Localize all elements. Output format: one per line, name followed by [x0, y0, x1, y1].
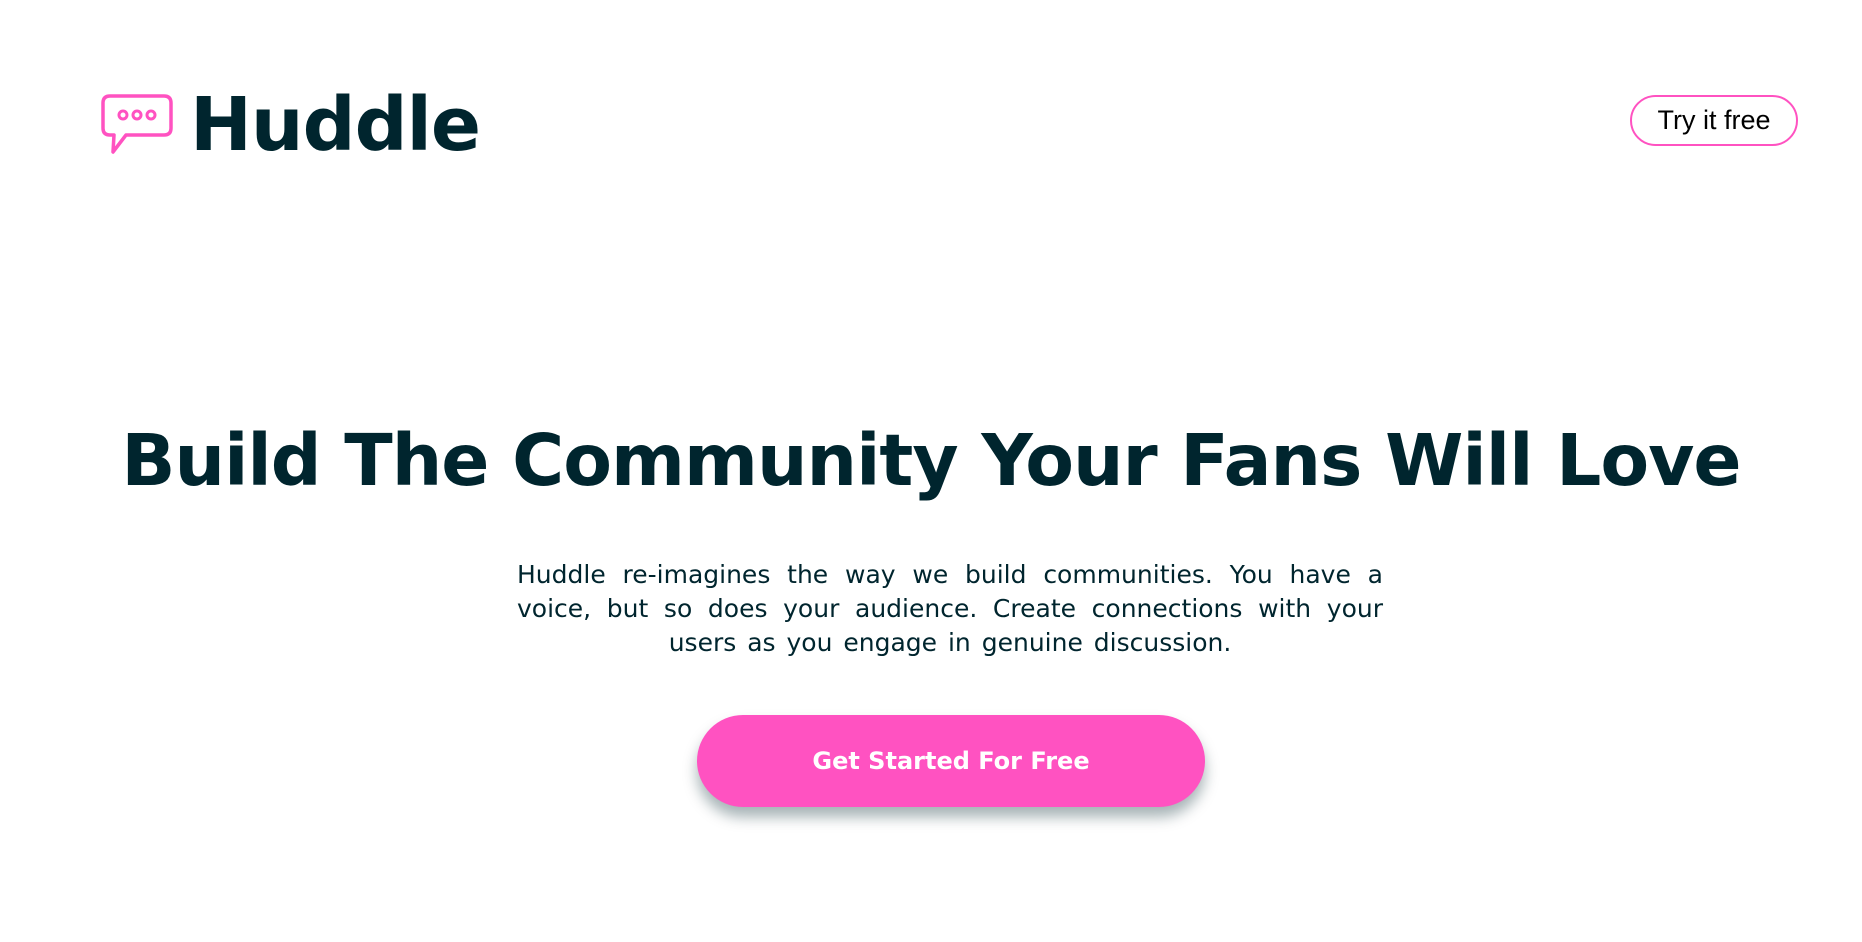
- get-started-button[interactable]: Get Started For Free: [697, 715, 1205, 807]
- hero-description: Huddle re-imagines the way we build comm…: [517, 560, 1383, 657]
- hero-headline: Build The Community Your Fans Will Love: [121, 419, 1741, 502]
- logo-wordmark: Huddle: [190, 82, 481, 168]
- chat-bubble-icon: [101, 94, 173, 154]
- try-it-free-button[interactable]: Try it free: [1630, 95, 1798, 146]
- logo[interactable]: Huddle: [100, 82, 481, 168]
- landing-page: Huddle Try it free Build The Community Y…: [0, 0, 1862, 942]
